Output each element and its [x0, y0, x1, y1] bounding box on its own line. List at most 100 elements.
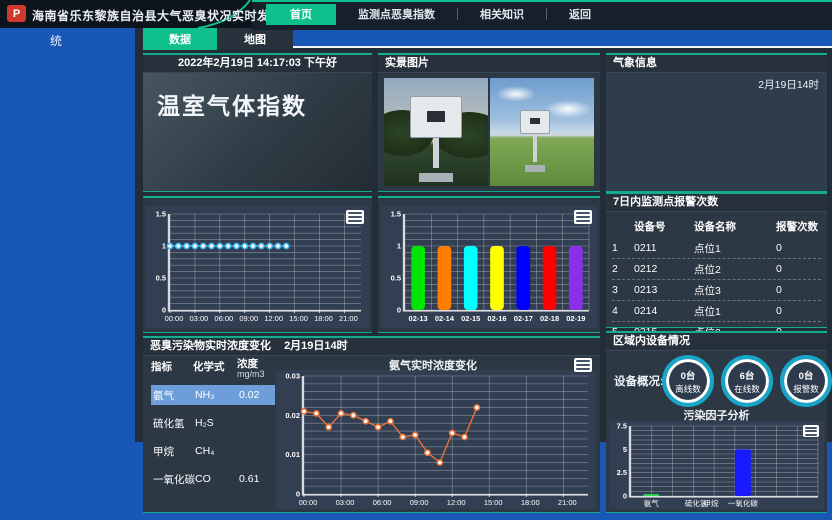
- greeting-body: 温室气体指数: [143, 73, 372, 191]
- nav-item-1[interactable]: 监测点恶臭指数: [336, 4, 457, 25]
- odor-row-H₂S[interactable]: 硫化氢H₂S: [151, 413, 275, 433]
- odor-row-NH₃[interactable]: 氨气NH₃0.02: [151, 385, 275, 405]
- table-cell: 4: [612, 305, 634, 317]
- svg-text:15:00: 15:00: [289, 314, 308, 323]
- table-cell: 硫化氢: [151, 416, 195, 431]
- menu-icon[interactable]: [574, 358, 592, 372]
- photos-body: [378, 73, 600, 191]
- svg-text:21:00: 21:00: [558, 498, 577, 507]
- panel-area-devices: 区域内设备情况 设备概况: 0台离线数6台在线数0台报警数 污染因子分析 02.…: [606, 331, 827, 513]
- table-cell: 0213: [634, 284, 694, 296]
- svg-text:一氧化碳: 一氧化碳: [728, 498, 758, 508]
- svg-text:02-14: 02-14: [435, 314, 455, 323]
- table-cell: 3: [612, 284, 634, 296]
- svg-text:1.5: 1.5: [156, 210, 166, 219]
- tabrow-background: [293, 28, 832, 46]
- top-bar: P 海南省乐东黎族自治县大气恶臭状况实时发布系 首页监测点恶臭指数相关知识返回: [0, 0, 832, 28]
- odor-header-title: 恶臭污染物实时浓度变化: [150, 340, 271, 352]
- panel-greenhouse-index-chart: 00.511.500:0003:0006:0009:0012:0015:0018…: [143, 196, 372, 333]
- device-overview-label: 设备概况:: [614, 373, 664, 389]
- dashboard-page: { "topbar": { "logo_glyph": "P", "title"…: [0, 0, 832, 520]
- weather-header: 气象信息: [606, 55, 827, 73]
- svg-text:0.5: 0.5: [156, 274, 166, 283]
- svg-text:1: 1: [162, 242, 166, 251]
- table-row[interactable]: 30213点位30: [612, 280, 821, 301]
- svg-text:02-13: 02-13: [409, 314, 428, 323]
- svg-text:00:00: 00:00: [165, 314, 184, 323]
- svg-text:1: 1: [397, 242, 401, 251]
- table-cell: CH₄: [195, 445, 239, 457]
- monitoring-device: [384, 78, 488, 186]
- svg-text:18:00: 18:00: [314, 314, 333, 323]
- weather-timestamp: 2月19日14时: [758, 77, 819, 92]
- table-cell: 甲烷: [151, 444, 195, 459]
- svg-text:02-19: 02-19: [566, 314, 585, 323]
- monitoring-device: [490, 78, 594, 186]
- daily-index-chart: 00.511.502-1302-1402-1502-1602-1702-1802…: [381, 206, 597, 328]
- weather-body: 2月19日14时: [606, 73, 827, 191]
- panel-weather-info: 气象信息 2月19日14时: [606, 53, 827, 192]
- svg-text:甲烷: 甲烷: [704, 498, 719, 508]
- svg-text:0.01: 0.01: [285, 450, 300, 459]
- alarms-table-header: 设备号 设备名称 报警次数: [612, 216, 821, 238]
- status-circle-1: 6台在线数: [721, 355, 773, 407]
- ammonia-chart-title: 氨气实时浓度变化: [283, 357, 583, 373]
- nav-item-0[interactable]: 首页: [266, 4, 336, 25]
- table-cell: 0: [776, 263, 821, 275]
- device-status-circles: 0台离线数6台在线数0台报警数: [662, 355, 832, 407]
- table-cell: 点位3: [694, 283, 776, 298]
- menu-icon[interactable]: [803, 425, 819, 437]
- table-cell: 点位1: [694, 304, 776, 319]
- pollution-factor-chart: 02.557.5氨气硫化氢甲烷一氧化碳: [609, 421, 824, 509]
- svg-text:15:00: 15:00: [484, 498, 503, 507]
- table-row[interactable]: 20212点位20: [612, 259, 821, 280]
- svg-text:0.02: 0.02: [285, 411, 300, 420]
- odor-row-CO[interactable]: 一氧化碳CO0.61: [151, 469, 275, 489]
- site-photo-1[interactable]: [384, 78, 488, 186]
- nav-item-2[interactable]: 相关知识: [458, 4, 546, 25]
- odor-row-CH₄[interactable]: 甲烷CH₄: [151, 441, 275, 461]
- odor-table: 指标 化学式 浓度mg/m3 氨气NH₃0.02硫化氢H₂S甲烷CH₄一氧化碳C…: [151, 356, 275, 512]
- devices-header: 区域内设备情况: [606, 333, 827, 351]
- table-cell: 0: [776, 242, 821, 254]
- circle-label: 在线数: [734, 383, 760, 395]
- table-row[interactable]: 40214点位10: [612, 301, 821, 322]
- nav-item-3[interactable]: 返回: [547, 4, 613, 25]
- circle-count: 0台: [799, 368, 814, 382]
- circle-label: 报警数: [793, 383, 819, 395]
- table-cell: 1: [612, 242, 634, 254]
- table-cell: 0.02: [239, 389, 273, 401]
- menu-icon[interactable]: [574, 210, 592, 224]
- svg-text:02-17: 02-17: [514, 314, 533, 323]
- panel-greeting: 2022年2月19日 14:17:03 下午好 温室气体指数: [143, 53, 372, 192]
- svg-text:7.5: 7.5: [617, 422, 627, 431]
- site-photo-2[interactable]: [490, 78, 594, 186]
- circle-count: 6台: [740, 368, 755, 382]
- app-title: 海南省乐东黎族自治县大气恶臭状况实时发布系: [32, 7, 295, 24]
- svg-text:09:00: 09:00: [239, 314, 258, 323]
- tab-map[interactable]: 地图: [217, 28, 293, 50]
- menu-icon[interactable]: [346, 210, 364, 224]
- alarms-header: 7日内监测点报警次数: [606, 194, 827, 212]
- sidebar-title-wrap: 统: [50, 32, 62, 49]
- table-cell: 2: [612, 263, 634, 275]
- table-cell: 一氧化碳: [151, 472, 195, 487]
- panel-daily-index-chart: 00.511.502-1302-1402-1502-1602-1702-1802…: [378, 196, 600, 333]
- svg-text:06:00: 06:00: [373, 498, 392, 507]
- table-cell: 0: [776, 305, 821, 317]
- table-cell: 0.61: [239, 473, 273, 485]
- odor-table-header: 指标 化学式 浓度mg/m3: [151, 356, 275, 379]
- table-row[interactable]: 10211点位10: [612, 238, 821, 259]
- table-cell: CO: [195, 473, 239, 485]
- table-cell: 0212: [634, 263, 694, 275]
- tabrow-underline: [293, 46, 832, 48]
- status-circle-2: 0台报警数: [780, 355, 832, 407]
- svg-text:09:00: 09:00: [410, 498, 429, 507]
- svg-text:21:00: 21:00: [339, 314, 358, 323]
- table-cell: 氨气: [151, 388, 195, 403]
- app-logo: P: [7, 5, 26, 22]
- panel-live-photos: 实景图片: [378, 53, 600, 192]
- tab-data[interactable]: 数据: [143, 28, 217, 50]
- svg-text:氨气: 氨气: [644, 498, 660, 508]
- table-cell: 0214: [634, 305, 694, 317]
